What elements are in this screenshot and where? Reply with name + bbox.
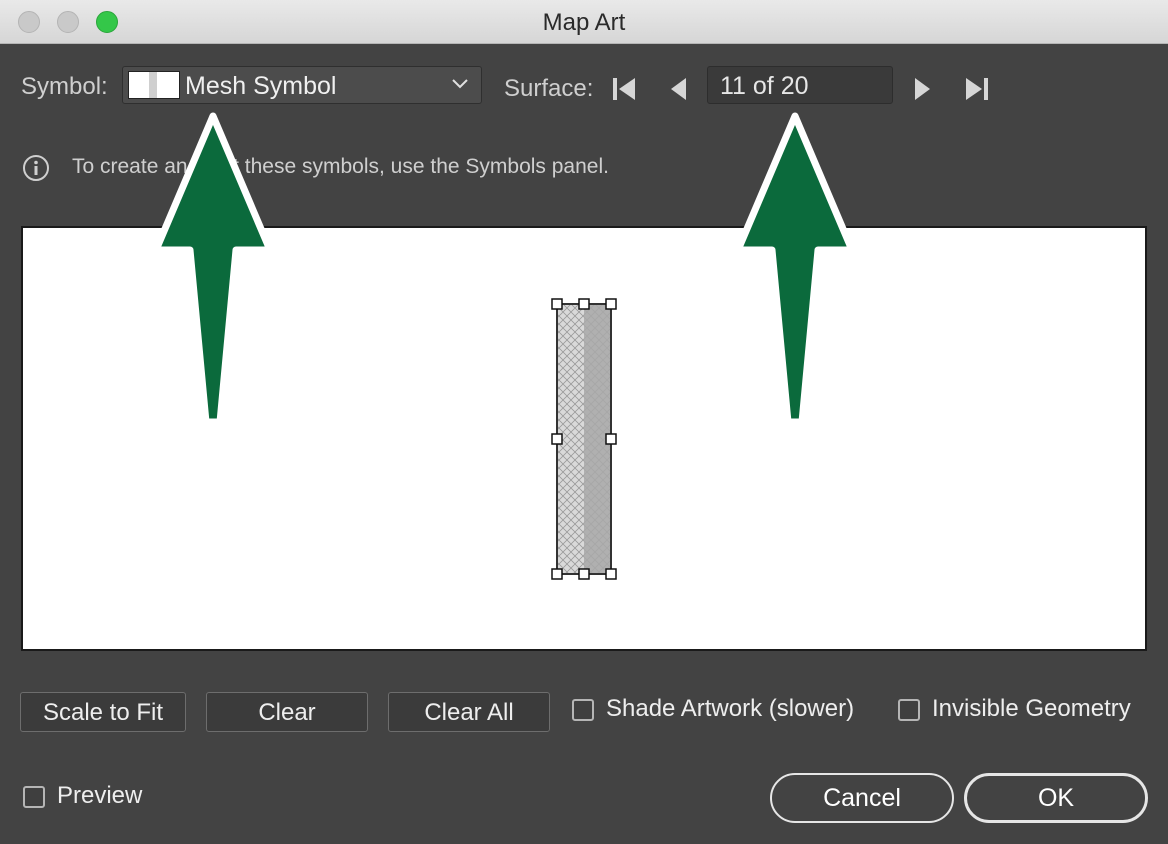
- info-icon: [23, 155, 49, 181]
- clear-button[interactable]: Clear: [206, 692, 368, 732]
- window-title: Map Art: [542, 9, 626, 36]
- preview-label: Preview: [57, 782, 143, 809]
- map-art-dialog: Map Art Symbol: Mesh Symbol Surface: 11 …: [0, 0, 1168, 844]
- scale-to-fit-button[interactable]: Scale to Fit: [20, 692, 186, 732]
- surface-value: 11 of 20: [720, 72, 809, 100]
- annotation-arrow-left: [152, 112, 274, 426]
- symbol-dropdown[interactable]: Mesh Symbol: [122, 66, 482, 104]
- previous-surface-icon[interactable]: [664, 72, 694, 106]
- invisible-geometry-label: Invisible Geometry: [932, 695, 1131, 722]
- last-surface-icon[interactable]: [961, 72, 991, 106]
- symbol-label: Symbol:: [21, 73, 108, 100]
- preview-checkbox-box[interactable]: [23, 786, 45, 808]
- next-surface-icon[interactable]: [908, 72, 938, 106]
- chevron-down-icon: [452, 79, 468, 89]
- annotation-arrow-right: [734, 112, 856, 426]
- cancel-button[interactable]: Cancel: [770, 773, 954, 823]
- clear-all-button[interactable]: Clear All: [388, 692, 550, 732]
- symbol-selected-value: Mesh Symbol: [185, 72, 337, 100]
- surface-label: Surface:: [504, 75, 594, 102]
- first-surface-icon[interactable]: [610, 72, 640, 106]
- title-bar: Map Art: [0, 0, 1168, 44]
- invisible-geometry-checkbox-box[interactable]: [898, 699, 920, 721]
- ok-button[interactable]: OK: [964, 773, 1148, 823]
- shade-artwork-checkbox-box[interactable]: [572, 699, 594, 721]
- surface-field[interactable]: 11 of 20: [707, 66, 893, 104]
- symbol-swatch: [128, 71, 180, 99]
- shade-artwork-label: Shade Artwork (slower): [606, 695, 855, 722]
